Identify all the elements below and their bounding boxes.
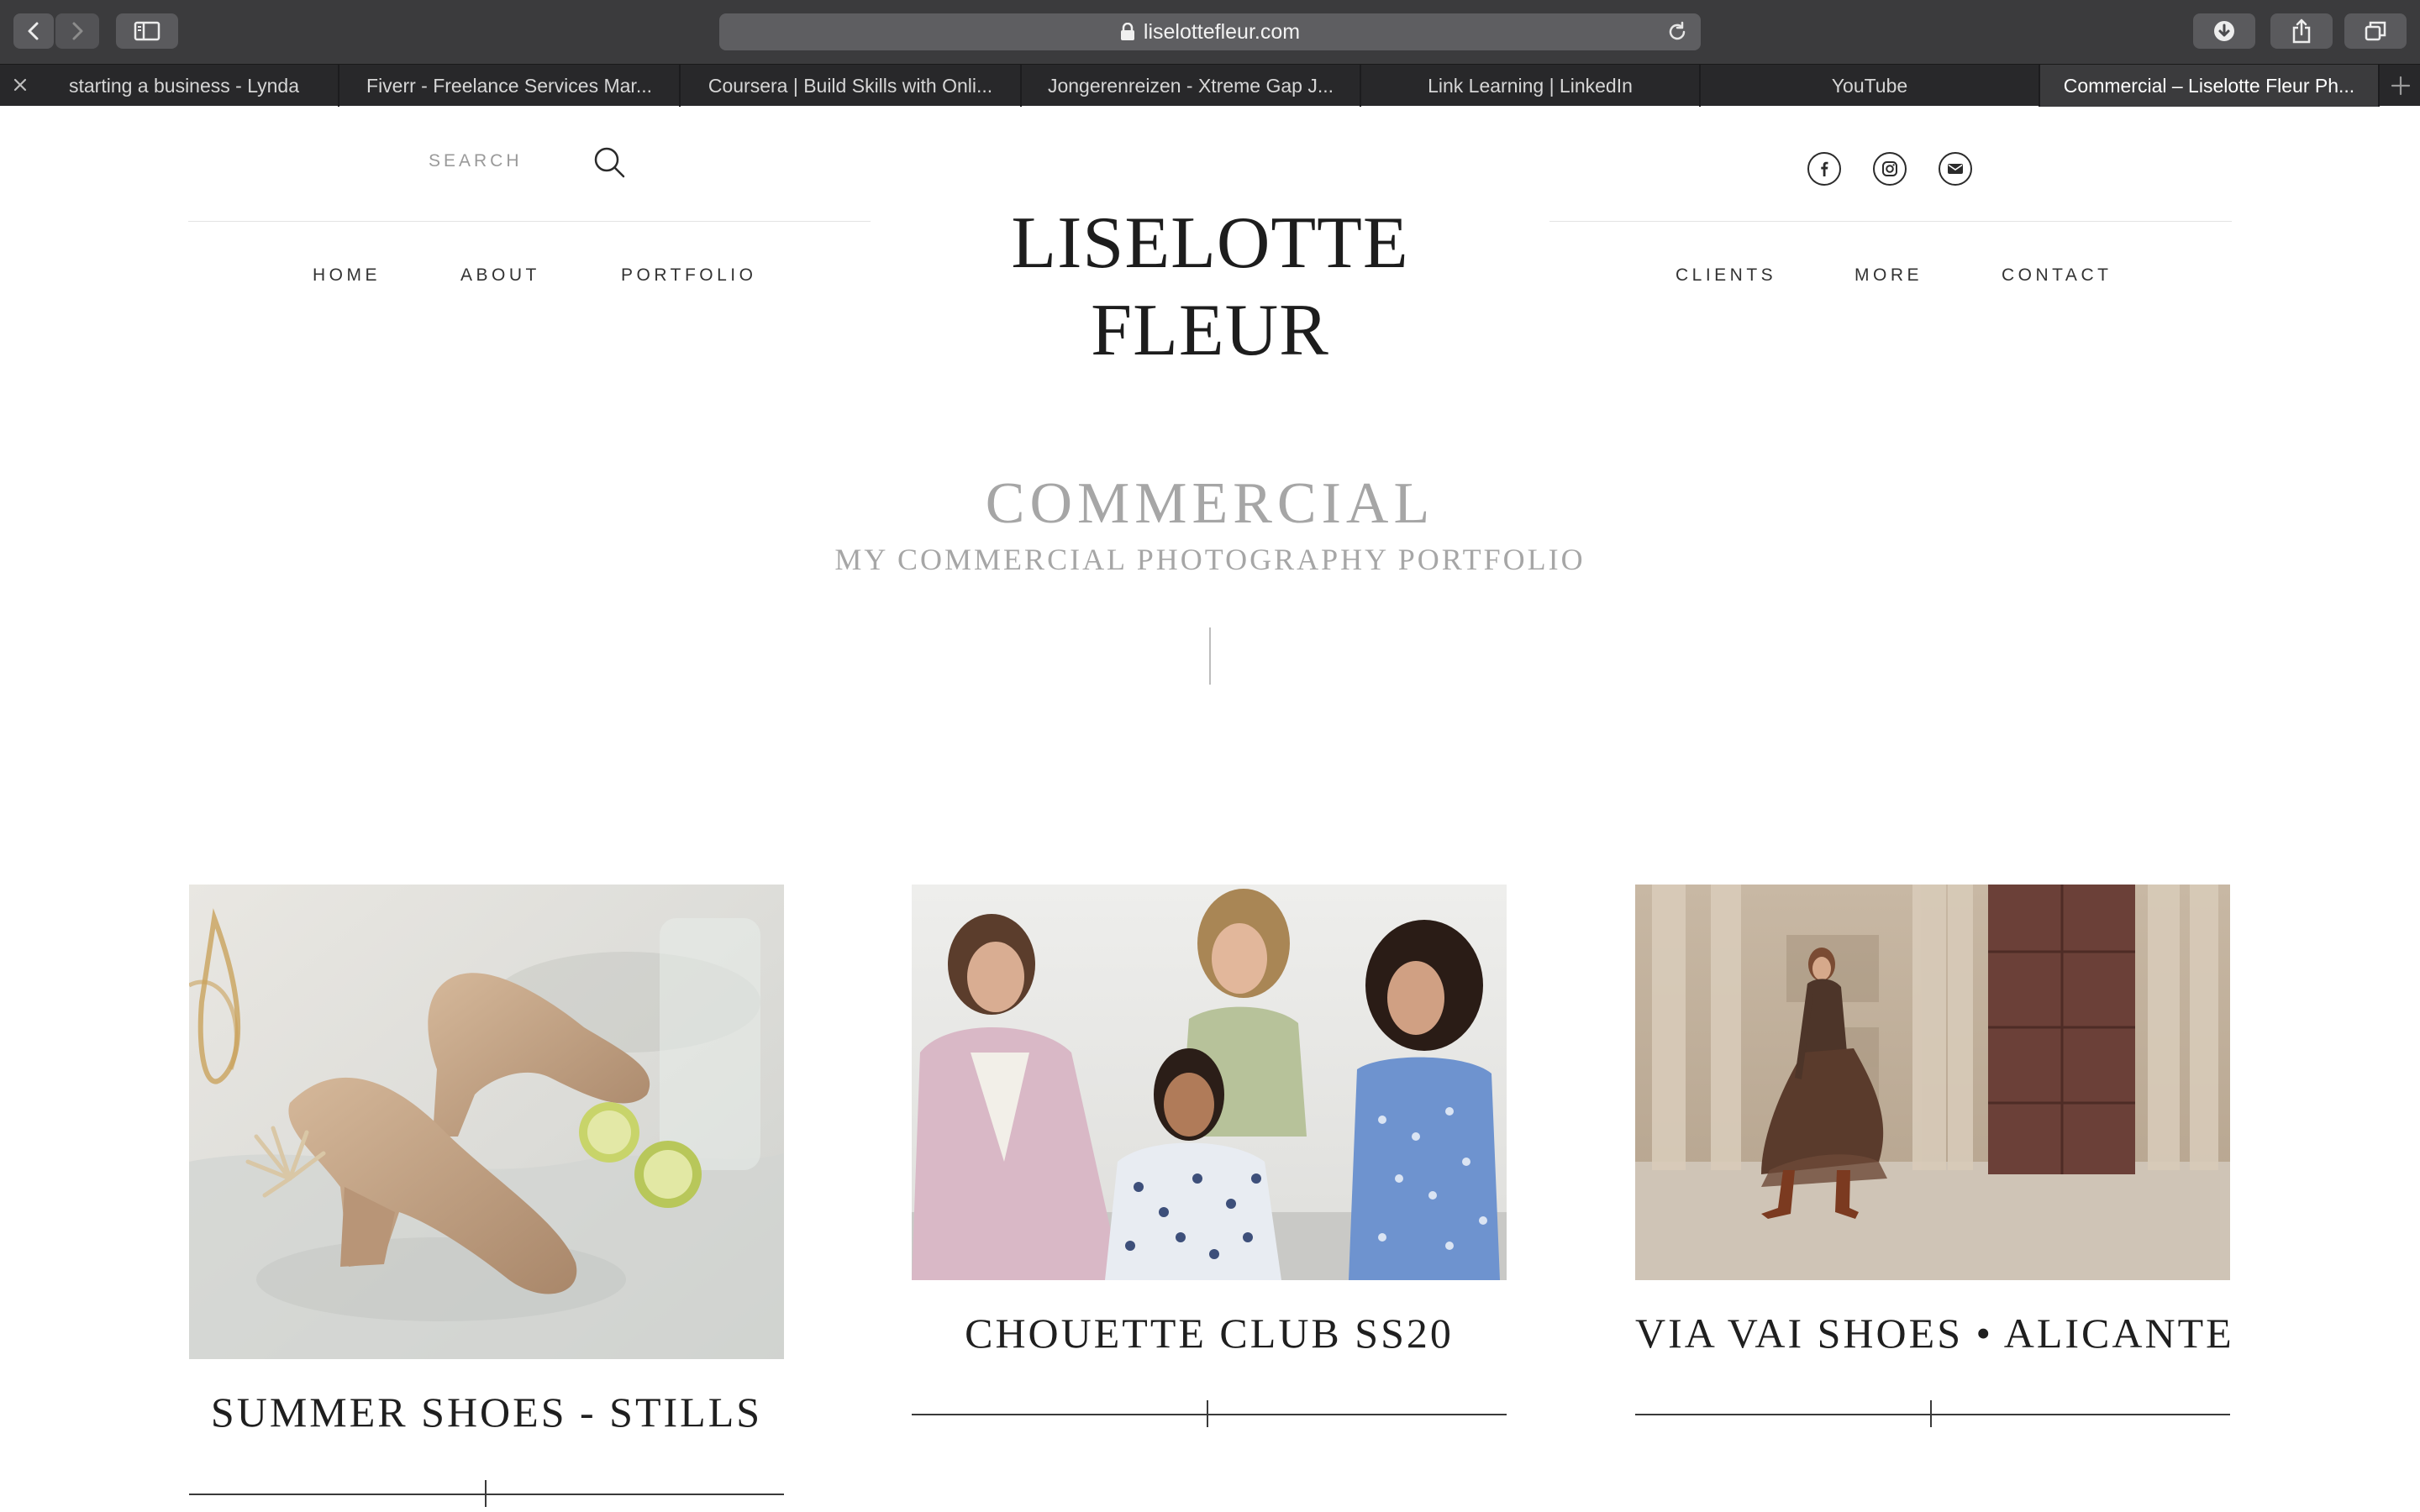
site-logo[interactable]: LISELOTTE FLEUR <box>891 200 1529 375</box>
close-icon[interactable] <box>10 75 30 95</box>
share-button[interactable] <box>2270 13 2333 49</box>
url-text: liselottefleur.com <box>1143 19 1301 44</box>
forward-icon <box>72 22 83 40</box>
portfolio-title-summer-shoes[interactable]: SUMMER SHOES - STILLS <box>189 1388 784 1436</box>
tab-label: Commercial – Liselotte Fleur Ph... <box>2063 74 2355 97</box>
tabs-overview-icon <box>2365 21 2386 41</box>
street-photo <box>1635 885 2230 1280</box>
tab-linkedin-learning[interactable]: Link Learning | LinkedIn <box>1361 65 1701 107</box>
address-bar[interactable]: liselottefleur.com <box>719 13 1701 50</box>
tab-coursera[interactable]: Coursera | Build Skills with Onli... <box>681 65 1022 107</box>
tab-fiverr[interactable]: Fiverr - Freelance Services Mar... <box>339 65 681 107</box>
instagram-link[interactable] <box>1873 152 1907 186</box>
sidebar-icon <box>134 21 160 41</box>
downloads-button[interactable] <box>2193 13 2255 49</box>
search-icon[interactable] <box>592 144 627 180</box>
tab-label: Link Learning | LinkedIn <box>1428 74 1633 97</box>
nav-clients[interactable]: CLIENTS <box>1676 265 1776 286</box>
card-divider <box>189 1494 784 1495</box>
email-icon <box>1948 164 1963 174</box>
nav-more[interactable]: MORE <box>1854 265 1923 286</box>
card-divider <box>912 1414 1507 1415</box>
portfolio-image-via-vai[interactable] <box>1635 885 2230 1280</box>
email-link[interactable] <box>1939 152 1972 186</box>
hero-divider <box>1209 627 1211 685</box>
page-subtitle: MY COMMERCIAL PHOTOGRAPHY PORTFOLIO <box>834 543 1586 576</box>
back-icon <box>28 22 39 40</box>
facebook-link[interactable] <box>1807 152 1841 186</box>
tab-overview-button[interactable] <box>2344 13 2407 49</box>
portfolio-title-chouette-club[interactable]: CHOUETTE CLUB SS20 <box>912 1309 1507 1357</box>
shoes-photo <box>189 885 784 1359</box>
tab-label: Coursera | Build Skills with Onli... <box>708 74 993 97</box>
tab-lynda[interactable]: starting a business - Lynda <box>0 65 339 107</box>
header-divider-right <box>1549 221 2232 222</box>
tab-label: Jongerenreizen - Xtreme Gap J... <box>1047 74 1334 97</box>
search-field[interactable]: SEARCH <box>429 151 523 171</box>
nav-about[interactable]: ABOUT <box>460 265 540 286</box>
portfolio-title-via-vai[interactable]: VIA VAI SHOES • ALICANTE <box>1635 1309 2232 1357</box>
new-tab-icon[interactable] <box>2390 75 2412 97</box>
tab-label: Fiverr - Freelance Services Mar... <box>366 74 652 97</box>
card-divider <box>1635 1414 2230 1415</box>
nav-contact[interactable]: CONTACT <box>2002 265 2112 286</box>
tab-youtube[interactable]: YouTube <box>1701 65 2040 107</box>
page-title: COMMERCIAL <box>985 471 1435 536</box>
portfolio-image-summer-shoes[interactable] <box>189 885 784 1359</box>
download-icon <box>2214 21 2234 41</box>
url-display[interactable]: liselottefleur.com <box>719 13 1701 50</box>
lock-icon <box>1120 23 1134 40</box>
card-divider-tick <box>1930 1400 1932 1427</box>
card-divider-tick <box>1207 1400 1208 1427</box>
facebook-icon <box>1821 161 1828 176</box>
browser-toolbar: liselottefleur.com <box>0 0 2420 64</box>
group-photo <box>912 885 1507 1280</box>
nav-portfolio[interactable]: PORTFOLIO <box>621 265 756 286</box>
sidebar-button[interactable] <box>116 13 178 49</box>
tab-jongerenreizen[interactable]: Jongerenreizen - Xtreme Gap J... <box>1022 65 1361 107</box>
tab-bar: starting a business - Lynda Fiverr - Fre… <box>0 64 2420 107</box>
tab-label: starting a business - Lynda <box>68 74 300 97</box>
reload-icon[interactable] <box>1665 20 1689 44</box>
nav-home[interactable]: HOME <box>313 265 381 286</box>
header-divider-left <box>188 221 871 222</box>
back-button[interactable] <box>13 13 54 49</box>
forward-button[interactable] <box>55 13 99 49</box>
instagram-icon <box>1882 161 1897 176</box>
tab-label: YouTube <box>1831 74 1908 97</box>
share-icon <box>2292 18 2311 44</box>
tab-commercial-active[interactable]: Commercial – Liselotte Fleur Ph... <box>2040 65 2380 107</box>
portfolio-image-chouette-club[interactable] <box>912 885 1507 1280</box>
card-divider-tick <box>485 1480 487 1507</box>
